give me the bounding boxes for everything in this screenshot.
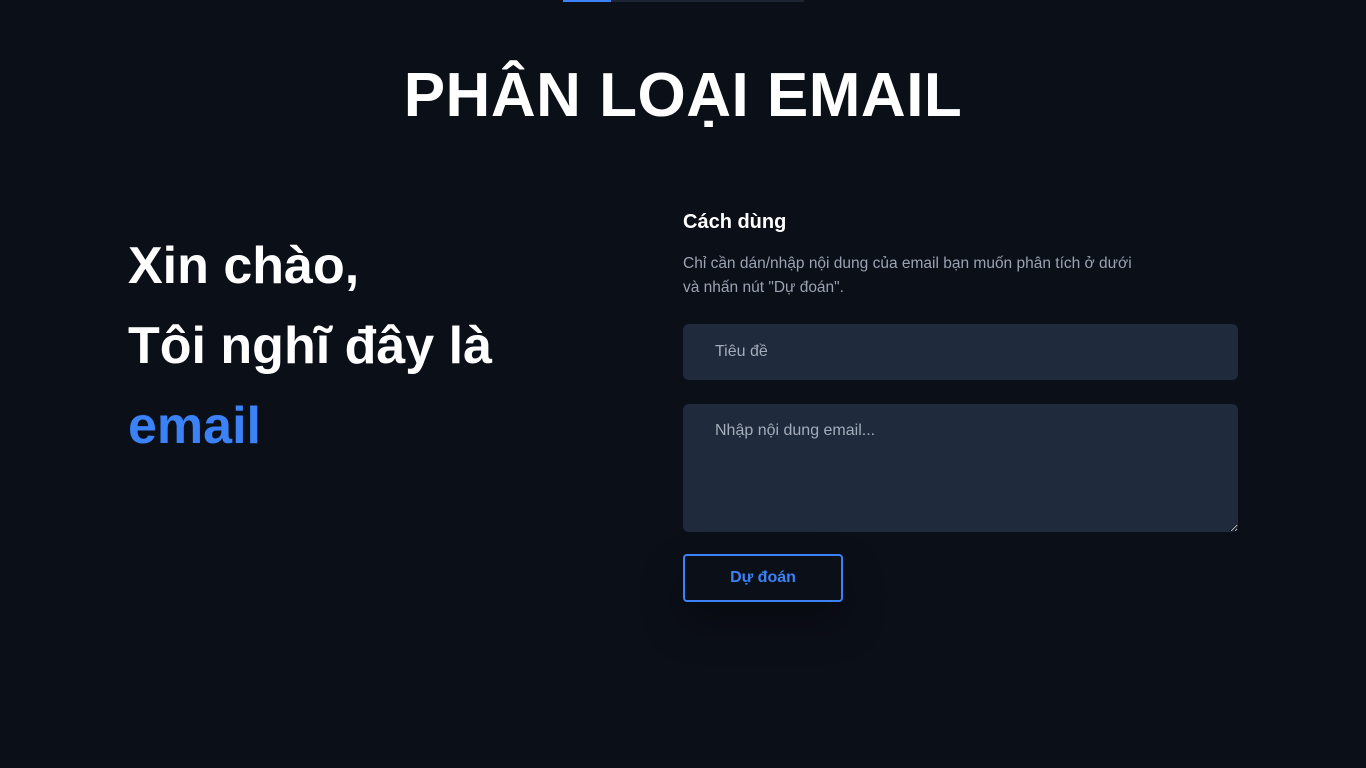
hero-line-greeting: Xin chào, xyxy=(128,237,360,295)
subject-input[interactable] xyxy=(683,324,1238,380)
usage-panel: Cách dùng Chỉ cần dán/nhập nội dung của … xyxy=(683,208,1238,602)
predict-button[interactable]: Dự đoán xyxy=(683,554,843,602)
page-title: PHÂN LOẠI EMAIL xyxy=(403,61,963,130)
top-progress-indicator xyxy=(563,0,611,2)
hero-line-statement: Tôi nghĩ đây là xyxy=(128,317,493,375)
hero-greeting: Xin chào, Tôi nghĩ đây là email xyxy=(128,226,608,466)
usage-heading: Cách dùng xyxy=(683,211,787,233)
hero-line-accent: email xyxy=(128,397,261,455)
top-progress-bar xyxy=(563,0,804,2)
email-body-textarea[interactable] xyxy=(683,404,1238,532)
usage-description: Chỉ cần dán/nhập nội dung của email bạn … xyxy=(683,255,1132,296)
